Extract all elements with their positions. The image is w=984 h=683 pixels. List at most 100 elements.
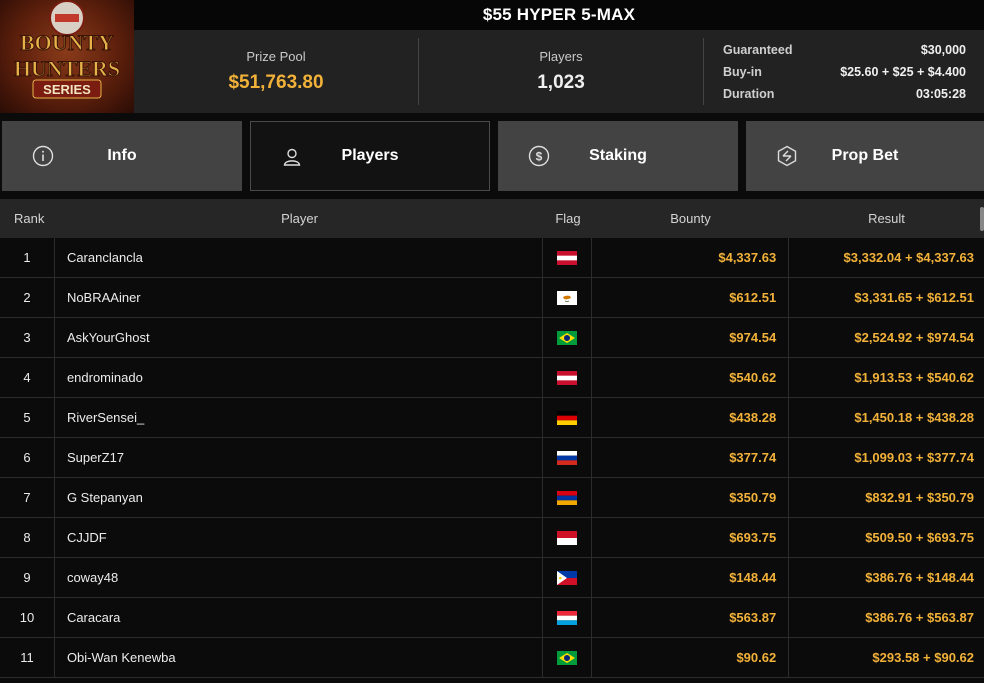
- logo-text-1: BOUNTY: [20, 30, 114, 55]
- cell-rank: 10: [0, 597, 55, 638]
- page-title: $55 HYPER 5-MAX: [134, 0, 984, 30]
- table-row[interactable]: 1 Caranclancla $4,337.63 $3,332.04 + $4,337…: [0, 237, 984, 278]
- tab-info-label: Info: [107, 147, 137, 164]
- tab-players[interactable]: Players: [250, 121, 490, 191]
- header-flag[interactable]: Flag: [544, 211, 592, 226]
- detail-value: $25.60 + $25 + $4.400: [840, 65, 966, 79]
- brazil-flag-icon: [557, 650, 578, 665]
- cell-player[interactable]: coway48: [55, 557, 544, 598]
- players-value: 1,023: [537, 72, 585, 93]
- table-row[interactable]: 3 AskYourGhost $974.54 $2,524.92 + $974.54: [0, 317, 984, 358]
- cell-flag: [543, 637, 593, 678]
- tab-prop-bet[interactable]: Prop Bet: [746, 121, 984, 191]
- header-rank[interactable]: Rank: [0, 211, 55, 226]
- scrollbar-thumb[interactable]: [980, 207, 984, 231]
- logo-text-2: HUNTERS: [14, 56, 120, 81]
- detail-key: Buy-in: [723, 65, 762, 79]
- tab-staking[interactable]: $ Staking: [498, 121, 738, 191]
- table-row[interactable]: 6 SuperZ17 $377.74 $1,099.03 + $377.74: [0, 437, 984, 478]
- cell-bounty: $974.54: [592, 317, 790, 358]
- table-row[interactable]: 10 Caracara $563.87 $386.76 + $563.87: [0, 597, 984, 638]
- cell-result: $386.76 + $563.87: [865, 609, 974, 625]
- cell-rank: 9: [0, 557, 55, 598]
- cell-player[interactable]: CJJDF: [55, 517, 544, 558]
- luxembourg-flag-icon: [557, 610, 578, 625]
- cell-rank: 1: [0, 237, 55, 278]
- cell-bounty: $693.75: [592, 517, 790, 558]
- info-icon: [32, 145, 54, 167]
- detail-guaranteed: Guaranteed $30,000: [723, 39, 966, 61]
- cell-player[interactable]: Caracara: [55, 597, 544, 638]
- tab-prop-bet-label: Prop Bet: [831, 147, 899, 164]
- armenia-flag-icon: [557, 490, 578, 505]
- table-header: Rank Player Flag Bounty Result: [0, 199, 984, 238]
- tab-bar: Info Players $ Staking Prop Bet: [0, 121, 984, 191]
- cell-result: $3,331.65 + $612.51: [854, 289, 974, 305]
- players-label: Players: [539, 49, 583, 64]
- cell-player[interactable]: NoBRAAiner: [55, 277, 544, 318]
- prize-pool-label: Prize Pool: [246, 49, 306, 64]
- cell-result: $2,524.92 + $974.54: [854, 329, 974, 345]
- cell-bounty: $350.79: [592, 477, 790, 518]
- table-row[interactable]: 9 coway48 $148.44 $386.76 + $148.44: [0, 557, 984, 598]
- prize-pool: Prize Pool $51,763.80: [134, 30, 418, 113]
- header-player[interactable]: Player: [55, 211, 544, 226]
- indonesia-flag-icon: [557, 530, 578, 545]
- table-row[interactable]: 7G Stepanyan $350.79 $832.91 + $350.79: [0, 477, 984, 518]
- bounty-hunters-logo: BOUNTY HUNTERS SERIES: [0, 0, 134, 113]
- austria-flag-icon: [557, 250, 578, 265]
- cell-player[interactable]: Obi-Wan Kenewba: [55, 637, 544, 678]
- cell-rank: 2: [0, 277, 55, 318]
- brazil-flag-icon: [557, 330, 578, 345]
- detail-key: Duration: [723, 87, 775, 101]
- cell-bounty: $540.62: [592, 357, 790, 398]
- cell-result: $509.50 + $693.75: [865, 529, 974, 545]
- cell-flag: [543, 597, 593, 638]
- cell-bounty: $377.74: [592, 437, 790, 478]
- table-row[interactable]: 5 RiverSensei_ $438.28 $1,450.18 + $438.28: [0, 397, 984, 438]
- table-row[interactable]: 2 NoBRAAiner $612.51 $3,331.65 + $612.51: [0, 277, 984, 318]
- table-row[interactable]: 8 CJJDF $693.75 $509.50 + $693.75: [0, 517, 984, 558]
- table-row[interactable]: 4 endrominado $540.62 $1,913.53 + $540.62: [0, 357, 984, 398]
- cell-result: $1,913.53 + $540.62: [854, 369, 974, 385]
- cell-player[interactable]: AskYourGhost: [55, 317, 544, 358]
- russia-flag-icon: [557, 450, 578, 465]
- prop-bet-icon: [777, 145, 797, 167]
- cell-result: $1,099.03 + $377.74: [854, 449, 974, 465]
- cell-bounty: $612.51: [592, 277, 790, 318]
- cell-flag: [543, 397, 593, 438]
- table-row[interactable]: 11 Obi-Wan Kenewba $90.62 $293.58 + $90.62: [0, 637, 984, 678]
- cell-result: $3,332.04 + $4,337.63: [843, 249, 974, 265]
- user-icon: [283, 148, 301, 166]
- cell-player[interactable]: SuperZ17: [55, 437, 544, 478]
- tournament-stats: Prize Pool $51,763.80 Players 1,023 Guar…: [134, 30, 984, 113]
- tournament-details: Guaranteed $30,000 Buy-in $25.60 + $25 +…: [704, 30, 984, 113]
- header-bounty[interactable]: Bounty: [592, 211, 789, 226]
- cell-player[interactable]: endrominado: [55, 357, 544, 398]
- cell-player[interactable]: RiverSensei_: [55, 397, 544, 438]
- cell-flag: [543, 437, 593, 478]
- tab-info[interactable]: Info: [2, 121, 242, 191]
- detail-duration: Duration 03:05:28: [723, 83, 966, 105]
- cell-rank: 4: [0, 357, 55, 398]
- tab-players-label: Players: [341, 147, 399, 164]
- cell-player[interactable]: G Stepanyan: [55, 477, 544, 518]
- table-body: 1 Caranclancla $4,337.63 $3,332.04 + $4,337…: [0, 237, 984, 678]
- cell-rank: 6: [0, 437, 55, 478]
- cell-flag: [543, 277, 593, 318]
- detail-key: Guaranteed: [723, 43, 793, 57]
- cell-rank: 8: [0, 517, 55, 558]
- cell-rank: 11: [0, 637, 55, 678]
- header-result[interactable]: Result: [789, 211, 984, 226]
- detail-buy-in: Buy-in $25.60 + $25 + $4.400: [723, 61, 966, 83]
- cell-flag: [543, 357, 593, 398]
- cell-result: $386.76 + $148.44: [865, 569, 974, 585]
- cell-flag: [543, 517, 593, 558]
- cell-player[interactable]: Caranclancla: [55, 237, 544, 278]
- cell-result: $293.58 + $90.62: [872, 649, 974, 665]
- cell-flag: [543, 237, 593, 278]
- cell-flag: [543, 317, 593, 358]
- cell-rank: 7: [0, 477, 55, 518]
- austria-flag-icon: [557, 370, 578, 385]
- tab-staking-label: Staking: [589, 147, 647, 164]
